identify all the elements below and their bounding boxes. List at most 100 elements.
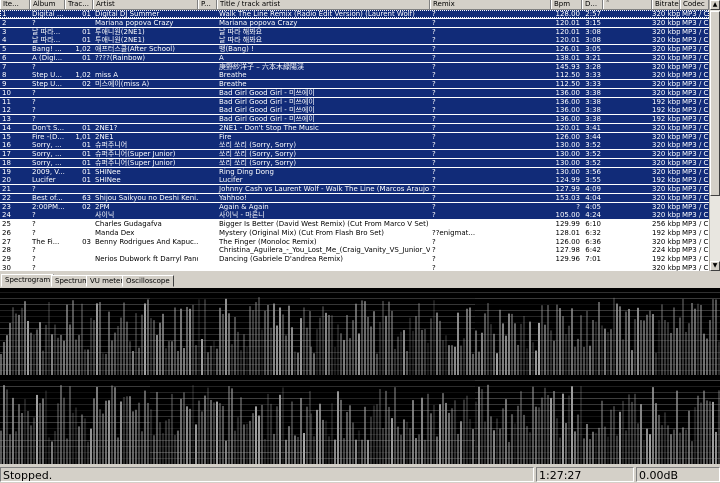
spectrogram-column: [529, 321, 531, 376]
cell-bitrate: 224 kbps: [652, 246, 680, 255]
cell-artist: [93, 185, 198, 193]
spectrogram-column: [81, 303, 83, 376]
table-row[interactable]: 22 Best of... 63 Shijou Saikyou no Deshi Ke…: [0, 193, 709, 202]
table-row[interactable]: 9 Step U... 02 미스에이(miss A) Breathe? 112.50 3:…: [0, 80, 709, 88]
spectrogram-column: [153, 435, 155, 464]
cell-duration: 3:41: [585, 123, 601, 132]
cell-sort: [603, 133, 652, 141]
cell-track: 01: [82, 123, 91, 132]
table-row[interactable]: 10? Bad Girl Good Girl - 미쓰에이? 136.00 3:38 3…: [0, 88, 709, 97]
table-row[interactable]: 5 Bang! ... 1,02 애프터스쿨(After School) 뱅(Bang)…: [0, 45, 709, 53]
table-row[interactable]: 4 날 따라... 01 투애니원(2NE1) 날 따라 해봐요? 120.01 3:08 3…: [0, 36, 709, 45]
spectrogram-band: [310, 410, 475, 411]
cell-remix: ?: [432, 106, 436, 115]
column-header-album[interactable]: Album: [30, 0, 65, 9]
cell-title: Bad Girl Good Girl - 미쓰에이: [219, 115, 315, 123]
table-row[interactable]: 18 Sorry, ... 01 슈퍼주니어(Super Junior) 쏘리 쏘리 (…: [0, 158, 709, 167]
spectrogram-band: [0, 292, 150, 293]
cell-item: 5: [2, 45, 7, 53]
table-row[interactable]: 7? 庚野紗洋子 – 六本木緑陽渓? 145.93 3:28 320 kbpsMP3 /…: [0, 62, 709, 71]
spectrogram-column: [418, 434, 420, 464]
table-row[interactable]: 19 2009, V... 01 SHINee Ring Ding Dong? 130.0…: [0, 167, 709, 176]
table-row[interactable]: 1 Digital ... 01 Digital DJ Summer Walk The …: [0, 10, 709, 18]
column-header-item[interactable]: Ite...: [0, 0, 30, 9]
table-row[interactable]: 17 Sorry, ... 01 슈퍼주니어(Super Junior) 쏘리 쏘리 (…: [0, 150, 709, 158]
table-row[interactable]: 21? Johnny Cash vs Laurent Wolf - Walk Th…: [0, 185, 709, 193]
scroll-up-button[interactable]: ▲: [710, 0, 720, 10]
spectrogram-column: [454, 346, 456, 376]
column-header-title[interactable]: Title / track artist: [217, 0, 430, 9]
column-header-track[interactable]: Trac...: [65, 0, 93, 9]
spectrogram-column: [27, 320, 29, 376]
playlist-rows: 1 Digital ... 01 Digital DJ Summer Walk The …: [0, 10, 709, 271]
playlist-view[interactable]: Ite... Album Trac... Artist P... Title / trac…: [0, 0, 720, 271]
table-row[interactable]: 8 Step U... 1,02 miss A Breathe? 112.50 3:33 32…: [0, 71, 709, 80]
table-row[interactable]: 11? Bad Girl Good Girl - 미쓰에이? 136.00 3:38 1…: [0, 97, 709, 106]
table-row[interactable]: 25? Charles Gudagafva Bigger Is Better (Da…: [0, 220, 709, 228]
spectrogram-column: [403, 419, 405, 464]
column-header-codec[interactable]: Codec: [680, 0, 709, 9]
spectrogram-column: [93, 398, 95, 464]
spectrogram-band: [150, 398, 310, 399]
spectrogram-column: [529, 432, 531, 464]
table-row[interactable]: 30?? 320 kbpsMP3 / C: [0, 263, 709, 271]
table-row[interactable]: 13? Bad Girl Good Girl - 미쓰에이? 136.00 3:38 1…: [0, 115, 709, 123]
table-row[interactable]: 29? Nerios Dubwork ft Darryl Pandy Dancing…: [0, 255, 709, 263]
cell-position: [198, 255, 217, 263]
cell-artist: [93, 115, 198, 123]
cell-item: 21: [2, 185, 11, 193]
spectrogram-column: [273, 433, 275, 464]
table-row[interactable]: 2? Mariana popova Crazy Mariana popova Cra…: [0, 18, 709, 27]
table-row[interactable]: 16 Sorry, ... 01 슈퍼주니어 쏘리 쏘리 (Sorry, Sorry)?…: [0, 141, 709, 150]
column-header-sort[interactable]: ˜: [603, 0, 652, 9]
table-row[interactable]: 23 2:00PM... 02 2PM Again & Again?? 4:05 320 k…: [0, 202, 709, 211]
table-row[interactable]: 6 A (Digi... 01 ????(Rainbow) A? 138.01 3:21 32…: [0, 53, 709, 62]
cell-title: Breathe: [219, 80, 247, 88]
table-row[interactable]: 26? Manda Dex Mystery (Original Mix) (Cut …: [0, 228, 709, 237]
tab-spectrogram[interactable]: Spectrogram: [1, 274, 55, 287]
spectrogram-column: [132, 411, 134, 464]
table-row[interactable]: 3 날 따라... 01 투애니원(2NE1) 날 따라 해봐요? 120.01 3:08 3…: [0, 27, 709, 36]
spectrogram-column: [195, 345, 197, 376]
cell-album: ?: [32, 97, 36, 106]
column-header-bpm[interactable]: Bpm: [551, 0, 582, 9]
table-row[interactable]: 28? Christina_Aguilera_-_You_Lost_Me_(Cra…: [0, 246, 709, 255]
column-header-artist[interactable]: Artist: [93, 0, 198, 9]
tab-oscilloscope[interactable]: Oscilloscope: [122, 275, 174, 287]
table-row[interactable]: 20 Lucifer 01 SHINee Lucifer? 124.99 3:55 192 k…: [0, 176, 709, 185]
scroll-down-button[interactable]: ▼: [710, 261, 720, 271]
spectrogram-column: [457, 433, 459, 464]
cell-artist: 슈퍼주니어(Super Junior): [95, 150, 176, 158]
cell-bitrate: 192 kbps: [652, 176, 680, 185]
table-row[interactable]: 15 Fire -(D... 1,01 2NE1 Fire? 126.00 3:44 320 …: [0, 132, 709, 141]
cell-duration: 7:01: [585, 255, 601, 263]
spectrogram-column: [469, 419, 471, 464]
cell-album: Sorry, ...: [32, 158, 62, 167]
spectrogram-column: [30, 332, 32, 376]
table-row[interactable]: 12? Bad Girl Good Girl - 미쓰에이? 136.00 3:38 1…: [0, 106, 709, 115]
spectrogram-column: [222, 313, 224, 376]
spectrogram-column: [123, 396, 125, 464]
column-header-remix[interactable]: Remix: [430, 0, 551, 9]
cell-sort: [603, 19, 652, 27]
cell-artist: [93, 106, 198, 114]
table-row[interactable]: 14 Don't S... 01 2NE1? 2NE1 - Don't Stop The…: [0, 123, 709, 132]
table-row[interactable]: 24? 사이닉 사이닉 - 마론니? 105.00 4:24 320 kbpsMP3 / …: [0, 211, 709, 220]
cell-title: Fire: [219, 132, 232, 141]
spectrogram-band: [150, 346, 310, 347]
cell-track: [65, 106, 93, 114]
spectrogram-column: [631, 350, 633, 376]
spectrogram-band: [0, 364, 150, 365]
spectrogram-band: [475, 352, 720, 353]
table-row[interactable]: 27 The Fi... 03 Benny Rodrigues And Kapuc..…: [0, 237, 709, 246]
cell-duration: 3:38: [585, 115, 601, 123]
cell-item: 11: [2, 97, 11, 106]
scroll-thumb[interactable]: [710, 11, 720, 196]
vertical-scrollbar[interactable]: ▲ ▼: [709, 0, 720, 271]
spectrogram-band: [310, 398, 475, 399]
column-header-duration[interactable]: D...: [582, 0, 603, 9]
spectrogram-column: [39, 322, 41, 376]
spectrogram-column: [412, 400, 414, 464]
column-header-position[interactable]: P...: [198, 0, 217, 9]
column-header-bitrate[interactable]: Bitrate: [652, 0, 680, 9]
